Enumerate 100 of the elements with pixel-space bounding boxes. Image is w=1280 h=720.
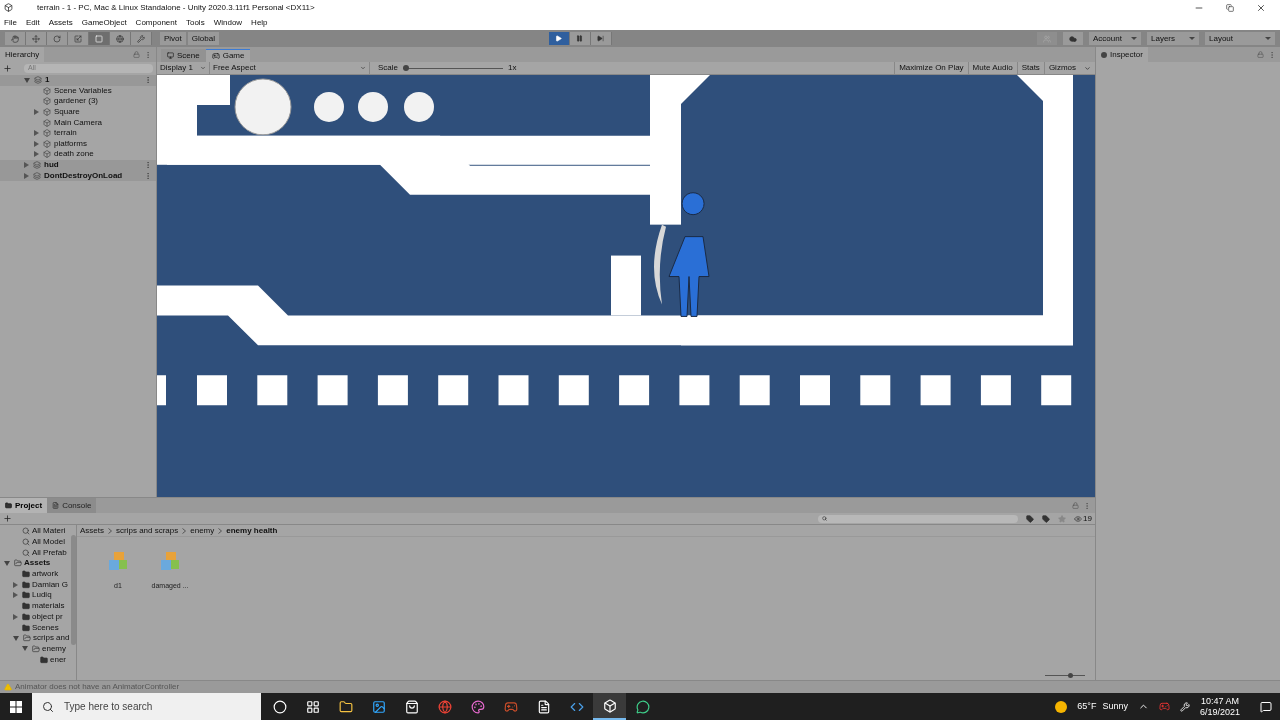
- tool-button[interactable]: [5, 32, 26, 45]
- hierarchy-item[interactable]: death zone: [54, 150, 94, 159]
- project-tree-item[interactable]: Assets: [24, 559, 51, 568]
- hierarchy-item[interactable]: platforms: [54, 139, 87, 148]
- hierarchy-item[interactable]: gardener (3): [54, 97, 99, 106]
- tray-app-icon[interactable]: [1158, 701, 1170, 712]
- toolbar-dropdown[interactable]: Layout: [1205, 32, 1275, 45]
- label-icon[interactable]: [1026, 514, 1035, 523]
- panel-tab[interactable]: Project: [0, 498, 48, 513]
- tool-button[interactable]: [89, 32, 110, 45]
- tool-button[interactable]: [110, 32, 131, 45]
- display-dropdown[interactable]: Display 1: [157, 62, 210, 74]
- breadcrumb-item[interactable]: enemy: [190, 524, 215, 537]
- expanded-arrow-icon[interactable]: [13, 635, 19, 641]
- cloud-button[interactable]: [1063, 32, 1083, 45]
- add-icon[interactable]: [3, 64, 12, 73]
- more-icon[interactable]: [144, 76, 152, 85]
- scale-slider[interactable]: [403, 65, 503, 71]
- lock-icon[interactable]: [133, 51, 140, 58]
- more-icon[interactable]: [144, 50, 152, 59]
- collapsed-arrow-icon[interactable]: [34, 130, 39, 137]
- project-tree-item[interactable]: scrips and: [33, 634, 70, 643]
- menu-item[interactable]: Tools: [185, 16, 205, 29]
- project-tree-item[interactable]: All Materi: [32, 527, 66, 536]
- search-field[interactable]: [818, 514, 1019, 523]
- lock-icon[interactable]: [1072, 502, 1079, 509]
- tray-tool-icon[interactable]: [1179, 701, 1190, 712]
- hierarchy-item[interactable]: 1: [45, 76, 50, 85]
- palette-icon: [470, 699, 485, 714]
- toolbar-dropdown[interactable]: Account: [1089, 32, 1141, 45]
- menu-item[interactable]: Assets: [48, 16, 73, 29]
- menu-item[interactable]: Help: [251, 16, 268, 29]
- close-icon[interactable]: [1256, 2, 1266, 13]
- project-tree-item[interactable]: object pr: [32, 612, 63, 621]
- menu-item[interactable]: File: [4, 16, 17, 29]
- notification-icon[interactable]: [1260, 700, 1272, 713]
- breadcrumb-item[interactable]: enemy health: [226, 524, 278, 537]
- collapsed-arrow-icon[interactable]: [24, 172, 29, 179]
- expanded-arrow-icon[interactable]: [4, 560, 10, 566]
- expanded-arrow-icon[interactable]: [24, 77, 30, 83]
- caret-icon[interactable]: [1084, 64, 1091, 72]
- game-view-toggle[interactable]: Maximize On Play: [894, 62, 968, 74]
- hierarchy-item[interactable]: Scene Variables: [54, 86, 112, 95]
- windows-logo-icon[interactable]: [10, 700, 22, 713]
- game-view-toggle[interactable]: Mute Audio: [967, 62, 1017, 74]
- project-tree-item[interactable]: Ludiq: [32, 591, 52, 600]
- hidden-icon[interactable]: [1074, 514, 1083, 523]
- add-icon[interactable]: [3, 514, 12, 523]
- tool-button[interactable]: [47, 32, 68, 45]
- breadcrumb-item[interactable]: scrips and scraps: [116, 524, 179, 537]
- toolbar-dropdown[interactable]: Layers: [1147, 32, 1199, 45]
- hierarchy-item[interactable]: hud: [44, 161, 59, 170]
- menu-item[interactable]: Component: [135, 16, 177, 29]
- more-icon[interactable]: [1083, 501, 1091, 510]
- hierarchy-tab[interactable]: Hierarchy: [0, 47, 45, 62]
- hierarchy-item[interactable]: Square: [54, 108, 80, 117]
- taskbar-app[interactable]: [593, 693, 626, 720]
- pivot-button[interactable]: Pivot: [160, 32, 186, 45]
- view-tab[interactable]: Game: [205, 49, 251, 62]
- tool-button[interactable]: [26, 32, 47, 45]
- step-button[interactable]: [590, 32, 612, 45]
- taskbar-search-field[interactable]: Type here to search: [32, 693, 261, 720]
- panel-tab[interactable]: Console: [47, 498, 97, 513]
- breadcrumb-item[interactable]: Assets: [80, 524, 104, 537]
- menu-item[interactable]: GameObject: [81, 16, 127, 29]
- inspector-tab[interactable]: Inspector: [1096, 47, 1148, 62]
- aspect-dropdown[interactable]: Free Aspect: [210, 62, 370, 74]
- game-view-toggle[interactable]: Stats: [1016, 62, 1044, 74]
- scrollbar[interactable]: [71, 535, 76, 645]
- view-tab[interactable]: Scene: [161, 49, 206, 62]
- gamepad-icon: [211, 52, 220, 60]
- global-button[interactable]: Global: [187, 32, 219, 45]
- more-icon[interactable]: [144, 161, 152, 170]
- menu-item[interactable]: Edit: [25, 16, 40, 29]
- lock-icon[interactable]: [1257, 51, 1264, 58]
- project-tree-item[interactable]: enemy: [42, 644, 66, 653]
- project-tree-item[interactable]: materials: [32, 602, 65, 611]
- weather-text: Sunny: [1102, 699, 1128, 713]
- project-tree-item[interactable]: Scenes: [32, 623, 59, 632]
- collapsed-arrow-icon[interactable]: [34, 140, 39, 147]
- project-tree-item[interactable]: artwork: [32, 570, 59, 579]
- more-icon[interactable]: [144, 171, 152, 180]
- project-tree-item[interactable]: All Model: [32, 538, 65, 547]
- tool-button[interactable]: [131, 32, 152, 45]
- pause-button[interactable]: [569, 32, 591, 45]
- hierarchy-item[interactable]: terrain: [54, 129, 77, 138]
- game-view-toggle[interactable]: Gizmos: [1043, 62, 1080, 74]
- menu-item[interactable]: Window: [213, 16, 243, 29]
- tag-icon[interactable]: [1042, 514, 1051, 523]
- restore-icon[interactable]: [1226, 3, 1234, 12]
- hierarchy-item[interactable]: Main Camera: [54, 118, 102, 127]
- more-icon[interactable]: [1268, 50, 1276, 59]
- project-tree-item[interactable]: ener: [50, 655, 66, 664]
- tool-button[interactable]: [68, 32, 89, 45]
- expanded-arrow-icon[interactable]: [22, 646, 28, 652]
- project-tree-item[interactable]: All Prefab: [32, 548, 67, 557]
- star-icon[interactable]: [1058, 514, 1067, 523]
- project-tree-item[interactable]: Damian G: [32, 580, 68, 589]
- play-button[interactable]: [548, 32, 570, 45]
- collapsed-arrow-icon[interactable]: [34, 109, 39, 116]
